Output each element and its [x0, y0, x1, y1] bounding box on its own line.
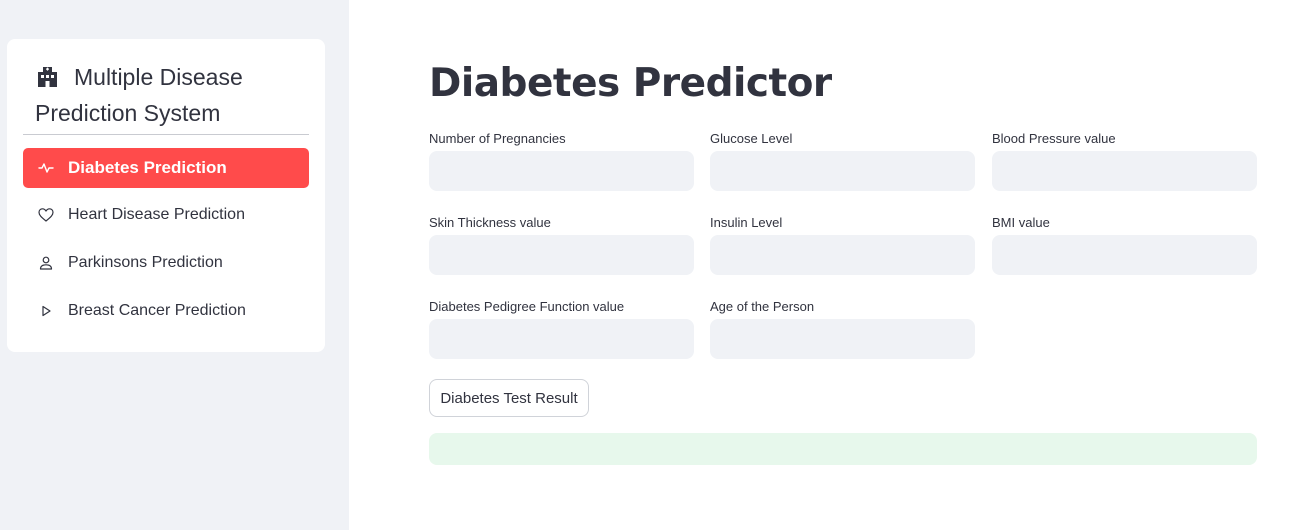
hospital-icon	[38, 67, 57, 87]
option-menu: Multiple Disease Prediction System Diabe…	[7, 39, 325, 352]
insulin-input[interactable]	[710, 235, 975, 275]
pedigree-function-field: Diabetes Pedigree Function value	[429, 299, 694, 359]
activity-icon	[38, 160, 54, 176]
menu-title-text: Multiple Disease Prediction System	[35, 64, 243, 126]
page-title: Diabetes Predictor	[429, 61, 832, 106]
result-message	[429, 433, 1257, 465]
heart-icon	[38, 207, 54, 223]
nav-item-label: Parkinsons Prediction	[68, 254, 223, 271]
field-label: Number of Pregnancies	[429, 131, 566, 146]
blood-pressure-input[interactable]	[992, 151, 1257, 191]
nav-item-label: Heart Disease Prediction	[68, 206, 245, 223]
play-icon	[38, 303, 54, 319]
glucose-input[interactable]	[710, 151, 975, 191]
field-label: BMI value	[992, 215, 1050, 230]
field-label: Blood Pressure value	[992, 131, 1116, 146]
menu-divider	[23, 134, 309, 135]
age-input[interactable]	[710, 319, 975, 359]
field-label: Glucose Level	[710, 131, 793, 146]
glucose-field: Glucose Level	[710, 131, 975, 191]
diabetes-test-result-button[interactable]: Diabetes Test Result	[429, 379, 589, 417]
pedigree-function-input[interactable]	[429, 319, 694, 359]
field-label: Diabetes Pedigree Function value	[429, 299, 625, 314]
sidebar: Multiple Disease Prediction System Diabe…	[0, 0, 349, 530]
nav-item-heart-disease-prediction[interactable]: Heart Disease Prediction	[23, 195, 309, 235]
skin-thickness-field: Skin Thickness value	[429, 215, 694, 275]
menu-title: Multiple Disease Prediction System	[35, 59, 295, 131]
pregnancies-field: Number of Pregnancies	[429, 131, 694, 191]
nav-item-breast-cancer-prediction[interactable]: Breast Cancer Prediction	[23, 291, 309, 331]
skin-thickness-input[interactable]	[429, 235, 694, 275]
bmi-field: BMI value	[992, 215, 1257, 275]
age-field: Age of the Person	[710, 299, 975, 359]
bmi-input[interactable]	[992, 235, 1257, 275]
main-content: Diabetes Predictor Number of Pregnancies…	[349, 0, 1293, 530]
field-label: Age of the Person	[710, 299, 815, 314]
person-icon	[38, 255, 54, 271]
insulin-field: Insulin Level	[710, 215, 975, 275]
pregnancies-input[interactable]	[429, 151, 694, 191]
nav-item-label: Breast Cancer Prediction	[68, 302, 246, 319]
nav-item-label: Diabetes Prediction	[68, 158, 227, 177]
nav-item-diabetes-prediction[interactable]: Diabetes Prediction	[23, 148, 309, 188]
field-label: Skin Thickness value	[429, 215, 551, 230]
blood-pressure-field: Blood Pressure value	[992, 131, 1257, 191]
nav-item-parkinsons-prediction[interactable]: Parkinsons Prediction	[23, 243, 309, 283]
field-label: Insulin Level	[710, 215, 783, 230]
